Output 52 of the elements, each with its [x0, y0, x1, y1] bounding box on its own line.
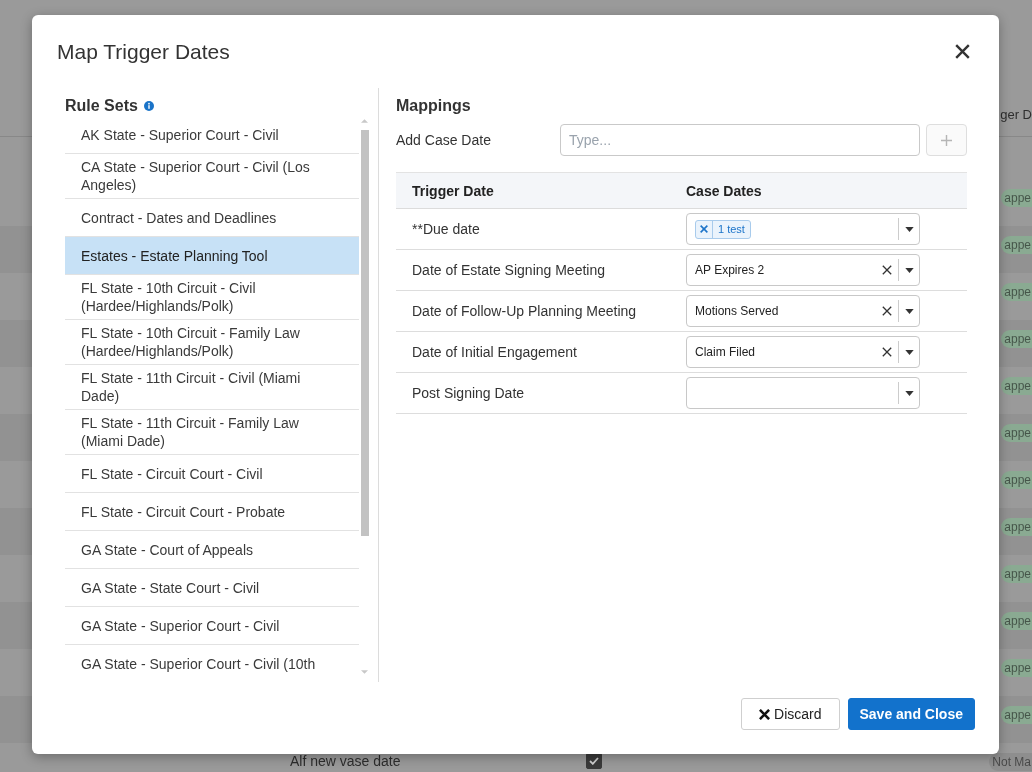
row-label: Alf new vase date: [290, 753, 402, 769]
status-badge: appe: [1001, 283, 1032, 301]
input-field[interactable]: Type...: [560, 124, 920, 156]
table-cell-text: **Due date: [411, 221, 481, 237]
info-icon: [143, 101, 154, 111]
caret-icon: [904, 390, 914, 396]
status-badge: appe: [1001, 236, 1032, 254]
x-icon: [882, 347, 892, 357]
select-field[interactable]: [686, 377, 920, 409]
status-badge: appe: [1001, 330, 1032, 348]
list-item[interactable]: Estates - Estate Planning Tool: [65, 237, 359, 275]
scrollbar-thumb[interactable]: [360, 130, 369, 536]
status-badge: appe: [1001, 518, 1032, 536]
status-badge: Not Ma: [989, 753, 1032, 771]
select-field[interactable]: Motions Served: [686, 295, 920, 327]
x-icon: [882, 265, 892, 275]
status-badge: appe: [1001, 471, 1032, 489]
scroll-down-icon[interactable]: [361, 670, 368, 674]
select-field[interactable]: AP Expires 2: [686, 254, 920, 286]
tag-chip[interactable]: 1 test: [695, 219, 751, 239]
x-icon: [759, 708, 771, 720]
status-badge: appe: [1001, 612, 1032, 630]
section-heading: Rule Sets: [65, 96, 138, 116]
status-badge: appe: [1001, 706, 1032, 724]
close-icon: [955, 44, 970, 59]
status-badge: appe: [1001, 565, 1032, 583]
dialog-title: Map Trigger Dates: [57, 39, 230, 64]
select-field[interactable]: 1 test: [686, 213, 920, 245]
scroll-up-icon[interactable]: [361, 119, 368, 123]
column-header: ger D: [1000, 107, 1032, 123]
x-icon: [882, 306, 892, 316]
section-heading: Mappings: [396, 96, 471, 116]
plus-icon: [941, 134, 952, 146]
check-icon: [589, 757, 599, 765]
table-cell-text: Date of Follow-Up Planning Meeting: [411, 303, 638, 319]
field-label: Add Case Date: [396, 132, 492, 148]
status-badge: appe: [1001, 659, 1032, 677]
select-field[interactable]: Claim Filed: [686, 336, 920, 368]
close-button[interactable]: [955, 44, 970, 59]
table-cell-text: Date of Estate Signing Meeting: [411, 262, 606, 278]
column-header: Trigger Date: [411, 182, 495, 199]
save-button[interactable]: Save and Close: [847, 698, 975, 730]
x-icon: [700, 225, 708, 233]
table-cell-text: Date of Initial Engagement: [411, 344, 578, 360]
discard-button[interactable]: Discard: [741, 698, 840, 730]
status-badge: appe: [1001, 189, 1032, 207]
status-badge: appe: [1001, 424, 1032, 442]
table-cell-text: Post Signing Date: [411, 385, 526, 401]
caret-icon: [904, 308, 914, 314]
column-header: Case Dates: [685, 182, 763, 199]
status-badge: appe: [1001, 377, 1032, 395]
caret-icon: [904, 349, 914, 355]
